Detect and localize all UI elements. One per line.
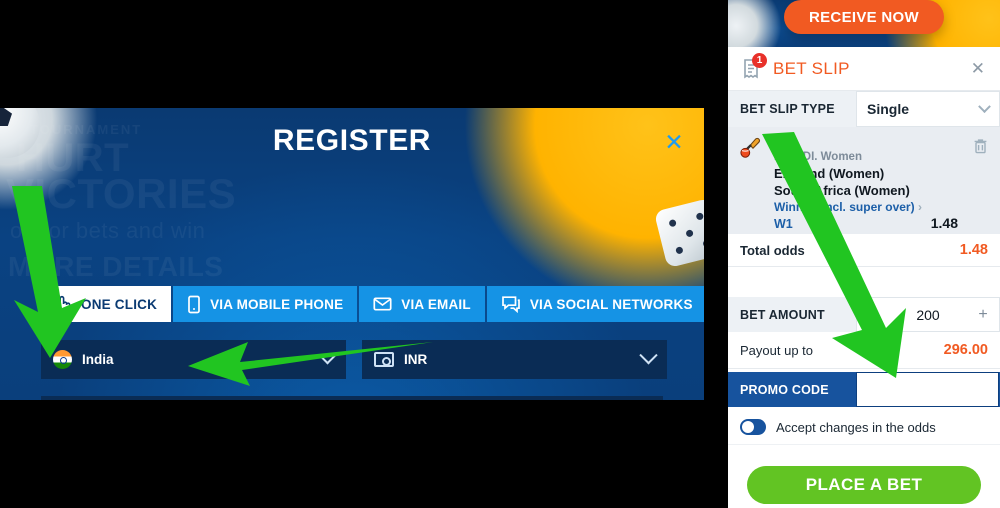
bet-amount-label: BET AMOUNT (740, 307, 825, 322)
total-odds-value: 1.48 (959, 242, 988, 258)
tab-label: ONE CLICK (81, 296, 158, 312)
cricket-bat-ball-icon (739, 137, 761, 158)
bet-slip-header: 1 BET SLIP ✕ (728, 47, 1000, 91)
trash-icon[interactable] (973, 138, 988, 159)
chevron-down-icon (639, 346, 658, 365)
chevron-right-icon: › (917, 200, 922, 214)
tab-one-click[interactable]: ONE CLICK (41, 286, 172, 322)
tab-label: VIA EMAIL (401, 296, 471, 312)
bet-slip-panel: RECEIVE NOW 1 BET SLIP ✕ BET SLIP TYPE S… (728, 0, 1000, 508)
close-icon[interactable]: ✕ (662, 130, 686, 154)
hand-pointer-icon (55, 295, 72, 314)
bet-slip-type-select[interactable]: Single (856, 91, 1000, 127)
tab-via-mobile-phone[interactable]: VIA MOBILE PHONE (173, 286, 358, 322)
register-modal: REGISTER ✕ ONE CLICK VIA MOBILE PHONE VI… (0, 108, 704, 400)
currency-select-value: INR (404, 352, 428, 367)
screenshot-root: TOURNAMENT HURT VICTORIES MORE DETAILS o… (0, 0, 1000, 508)
bet-amount-increase-button[interactable]: + (976, 306, 990, 324)
promo-code-input-wrap (856, 372, 999, 407)
bet-slip-count-badge: 1 (752, 52, 767, 68)
event-market[interactable]: Winner (incl. super over) › (774, 199, 988, 215)
country-select[interactable]: India (41, 340, 346, 379)
place-a-bet-button[interactable]: PLACE A BET (747, 466, 981, 504)
total-odds-row: Total odds 1.48 (728, 234, 1000, 267)
accept-odds-toggle[interactable] (740, 419, 766, 435)
promo-banner-strip: RECEIVE NOW (728, 0, 1000, 47)
bet-slip-type-label: BET SLIP TYPE (740, 102, 835, 116)
tab-via-social-networks[interactable]: VIA SOCIAL NETWORKS (486, 286, 704, 322)
currency-select[interactable]: INR (362, 340, 667, 379)
register-modal-region: TOURNAMENT HURT VICTORIES MORE DETAILS o… (0, 108, 704, 400)
payout-value: 296.00 (943, 342, 988, 358)
bet-slip-title: BET SLIP (773, 58, 850, 78)
bet-slip-type-value: Single (867, 101, 910, 117)
bet-slip-ticket-icon: 1 (740, 52, 767, 81)
registration-method-tabs: ONE CLICK VIA MOBILE PHONE VIA EMAIL VIA… (41, 286, 704, 322)
chevron-down-icon (978, 99, 991, 113)
event-market-label: Winner (incl. super over) (774, 200, 915, 214)
accept-odds-row: Accept changes in the odds (728, 410, 1000, 445)
tab-via-email[interactable]: VIA EMAIL (359, 286, 485, 322)
payout-row: Payout up to 296.00 (728, 332, 1000, 369)
envelope-icon (373, 296, 392, 312)
event-odds: 1.48 (930, 215, 958, 231)
bet-slip-type-row: BET SLIP TYPE Single (728, 91, 1000, 127)
close-icon[interactable]: ✕ (968, 59, 988, 79)
age-confirmation-bar: I confirm that I am of legal age and agr… (41, 396, 663, 400)
country-select-value: India (82, 352, 114, 367)
locale-selectors: India INR (41, 340, 667, 379)
india-flag-icon (53, 350, 72, 369)
chat-bubbles-icon (501, 295, 521, 313)
bet-slip-selection: ODI 1st ODI. Women England (Women) South… (728, 127, 1000, 234)
bet-amount-stepper[interactable]: − 200 + (856, 297, 1000, 332)
mobile-phone-icon (187, 295, 201, 314)
event-pick-row: W1 1.48 (774, 215, 988, 231)
event-team-away: South Africa (Women) (774, 183, 910, 198)
bet-amount-decrease-button[interactable]: − (866, 306, 880, 324)
chevron-down-icon (318, 346, 337, 365)
event-team-home: England (Women) (774, 166, 885, 181)
tab-label: VIA MOBILE PHONE (210, 296, 344, 312)
page-title: REGISTER (272, 124, 432, 157)
accept-odds-label: Accept changes in the odds (776, 419, 936, 435)
bet-amount-row: BET AMOUNT − 200 + (728, 297, 1000, 332)
event-league: ODI (774, 137, 795, 149)
total-odds-label: Total odds (740, 242, 805, 258)
event-pick: W1 (774, 217, 793, 231)
bet-slip-selection-body: ODI 1st ODI. Women England (Women) South… (774, 136, 988, 231)
receive-now-button[interactable]: RECEIVE NOW (784, 0, 944, 34)
bet-amount-value[interactable]: 200 (880, 307, 976, 323)
event-subtitle: 1st ODI. Women (774, 151, 862, 163)
promo-code-label: PROMO CODE (740, 382, 829, 397)
banknote-icon (374, 352, 394, 367)
promo-code-row: PROMO CODE (728, 372, 1000, 407)
promo-code-input[interactable] (857, 373, 998, 406)
tab-label: VIA SOCIAL NETWORKS (529, 296, 693, 312)
payout-label: Payout up to (740, 342, 813, 358)
